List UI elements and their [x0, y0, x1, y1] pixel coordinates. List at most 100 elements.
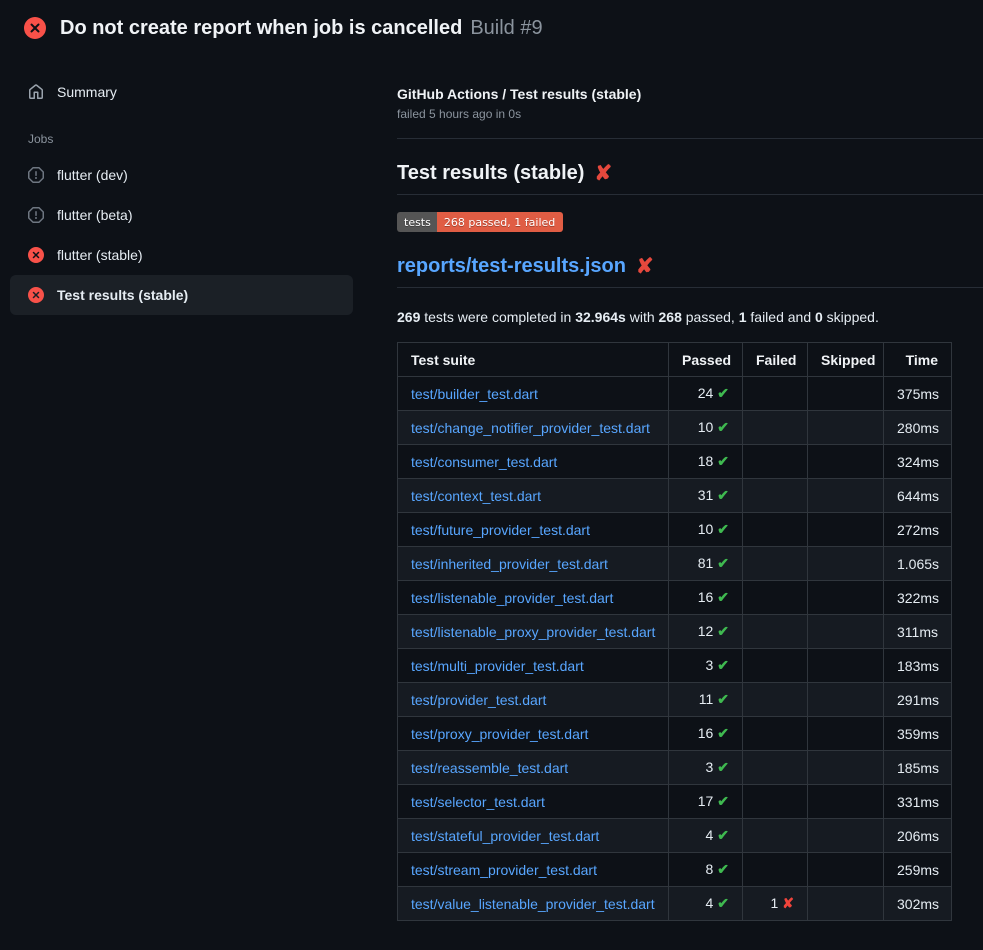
passed-cell: 16✔ [669, 717, 743, 751]
failed-count: 1 [739, 309, 747, 325]
passed-count: 3 [705, 657, 713, 673]
passed-cell: 8✔ [669, 853, 743, 887]
passed-count: 17 [698, 793, 714, 809]
passed-count: 3 [705, 759, 713, 775]
check-icon: ✔ [717, 861, 729, 877]
col-passed: Passed [669, 343, 743, 377]
jobs-list: flutter (dev) flutter (beta) flutter (st… [10, 155, 353, 315]
suite-link[interactable]: test/listenable_provider_test.dart [411, 590, 613, 606]
check-icon: ✔ [717, 419, 729, 435]
job-label: flutter (dev) [57, 167, 128, 183]
time-cell: 272ms [884, 513, 952, 547]
time-cell: 324ms [884, 445, 952, 479]
passed-count: 12 [698, 623, 714, 639]
suite-link[interactable]: test/listenable_proxy_provider_test.dart [411, 624, 655, 640]
sidebar-job-flutter-beta[interactable]: flutter (beta) [10, 195, 353, 235]
suite-link[interactable]: test/change_notifier_provider_test.dart [411, 420, 650, 436]
passed-count: 4 [705, 895, 713, 911]
suite-link[interactable]: test/future_provider_test.dart [411, 522, 590, 538]
time-cell: 185ms [884, 751, 952, 785]
suite-link[interactable]: test/context_test.dart [411, 488, 541, 504]
time-cell: 183ms [884, 649, 952, 683]
suite-link[interactable]: test/selector_test.dart [411, 794, 545, 810]
sidebar: Summary Jobs flutter (dev) flutter (beta… [0, 56, 365, 315]
skipped-cell [808, 853, 884, 887]
time-cell: 331ms [884, 785, 952, 819]
passed-cell: 10✔ [669, 411, 743, 445]
table-row: test/listenable_proxy_provider_test.dart… [398, 615, 952, 649]
duration: 32.964s [575, 309, 626, 325]
time-cell: 259ms [884, 853, 952, 887]
table-row: test/listenable_provider_test.dart 16✔ 3… [398, 581, 952, 615]
suite-link[interactable]: test/stream_provider_test.dart [411, 862, 597, 878]
skipped-cell [808, 479, 884, 513]
test-table-body: test/builder_test.dart 24✔ 375ms test/ch… [398, 377, 952, 921]
check-icon: ✔ [717, 521, 729, 537]
summary-text: skipped. [823, 309, 879, 325]
x-circle-fill-icon [24, 17, 46, 39]
sidebar-item-summary[interactable]: Summary [10, 77, 353, 107]
passed-cell: 12✔ [669, 615, 743, 649]
suite-cell: test/multi_provider_test.dart [398, 649, 669, 683]
passed-count: 18 [698, 453, 714, 469]
summary-text: failed and [747, 309, 816, 325]
passed-cell: 10✔ [669, 513, 743, 547]
suite-link[interactable]: test/consumer_test.dart [411, 454, 557, 470]
table-row: test/change_notifier_provider_test.dart … [398, 411, 952, 445]
passed-count: 16 [698, 725, 714, 741]
passed-cell: 31✔ [669, 479, 743, 513]
summary-text: tests were completed in [420, 309, 575, 325]
passed-cell: 18✔ [669, 445, 743, 479]
report-file-link[interactable]: reports/test-results.json [397, 255, 626, 278]
failed-cell [743, 445, 808, 479]
suite-cell: test/stateful_provider_test.dart [398, 819, 669, 853]
failed-cell: 1✘ [743, 887, 808, 921]
skipped-cell [808, 751, 884, 785]
jobs-section-label: Jobs [10, 132, 353, 146]
col-skipped: Skipped [808, 343, 884, 377]
skipped-cell [808, 785, 884, 819]
check-icon: ✔ [717, 793, 729, 809]
suite-link[interactable]: test/stateful_provider_test.dart [411, 828, 599, 844]
run-build-number: Build #9 [470, 17, 542, 40]
run-header: Do not create report when job is cancell… [0, 0, 983, 56]
table-row: test/builder_test.dart 24✔ 375ms [398, 377, 952, 411]
suite-link[interactable]: test/builder_test.dart [411, 386, 538, 402]
sidebar-job-flutter-dev[interactable]: flutter (dev) [10, 155, 353, 195]
suite-link[interactable]: test/value_listenable_provider_test.dart [411, 896, 655, 912]
check-icon: ✔ [717, 895, 729, 911]
time-cell: 1.065s [884, 547, 952, 581]
failed-cell [743, 615, 808, 649]
table-row: test/inherited_provider_test.dart 81✔ 1.… [398, 547, 952, 581]
time-cell: 280ms [884, 411, 952, 445]
passed-count: 11 [699, 691, 714, 707]
check-icon: ✔ [717, 385, 729, 401]
suite-link[interactable]: test/reassemble_test.dart [411, 760, 568, 776]
suite-link[interactable]: test/multi_provider_test.dart [411, 658, 584, 674]
job-label: Test results (stable) [57, 287, 188, 303]
sidebar-job-test-results-stable[interactable]: Test results (stable) [10, 275, 353, 315]
time-cell: 375ms [884, 377, 952, 411]
table-row: test/consumer_test.dart 18✔ 324ms [398, 445, 952, 479]
time-cell: 291ms [884, 683, 952, 717]
suite-link[interactable]: test/inherited_provider_test.dart [411, 556, 608, 572]
stop-cancelled-icon [28, 207, 44, 223]
header-divider [397, 138, 983, 139]
suite-link[interactable]: test/proxy_provider_test.dart [411, 726, 588, 742]
suite-cell: test/consumer_test.dart [398, 445, 669, 479]
suite-cell: test/stream_provider_test.dart [398, 853, 669, 887]
table-row: test/proxy_provider_test.dart 16✔ 359ms [398, 717, 952, 751]
col-time: Time [884, 343, 952, 377]
suite-cell: test/selector_test.dart [398, 785, 669, 819]
passed-count: 4 [705, 827, 713, 843]
check-icon: ✔ [717, 487, 729, 503]
skipped-cell [808, 411, 884, 445]
failed-cell [743, 785, 808, 819]
suite-link[interactable]: test/provider_test.dart [411, 692, 546, 708]
check-icon: ✔ [717, 691, 729, 707]
failed-cell [743, 717, 808, 751]
test-results-table: Test suite Passed Failed Skipped Time te… [397, 342, 952, 921]
sidebar-job-flutter-stable[interactable]: flutter (stable) [10, 235, 353, 275]
table-row: test/selector_test.dart 17✔ 331ms [398, 785, 952, 819]
stop-cancelled-icon [28, 167, 44, 183]
